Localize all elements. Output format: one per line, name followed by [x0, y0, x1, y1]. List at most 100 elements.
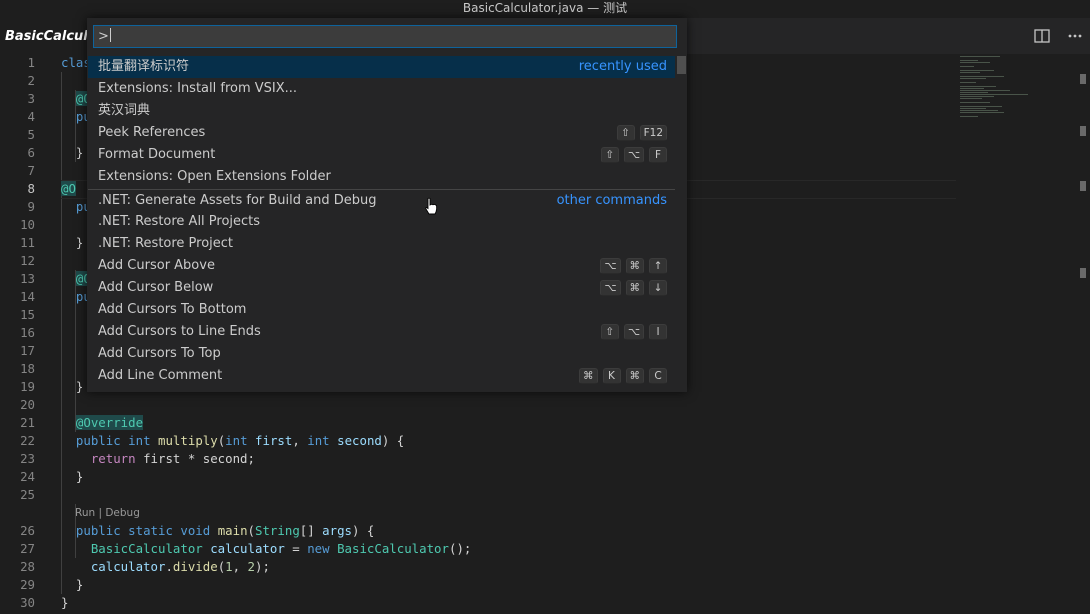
- keybinding-key: ⌘: [625, 280, 644, 296]
- code-line[interactable]: 29 }: [0, 576, 950, 594]
- code-token: public: [75, 433, 121, 448]
- line-number: 1: [27, 55, 35, 70]
- keybinding-key: I: [649, 324, 667, 340]
- command-item[interactable]: .NET: Generate Assets for Build and Debu…: [88, 189, 675, 212]
- keybinding: ⌥ ⌘ ↑: [600, 258, 667, 274]
- editor-scrollbar[interactable]: [1076, 54, 1090, 614]
- command-label: .NET: Restore All Projects: [98, 214, 261, 229]
- keybinding: ⌥ ⌘ ↓: [600, 280, 667, 296]
- minimap-line: [960, 70, 994, 71]
- command-item[interactable]: .NET: Restore Project: [88, 233, 675, 255]
- code-token: }: [61, 145, 84, 160]
- command-item[interactable]: Add Cursor Below ⌥ ⌘ ↓: [88, 277, 675, 299]
- code-line[interactable]: 30}: [0, 594, 950, 612]
- line-number: 15: [20, 307, 35, 322]
- minimap-line: [960, 92, 988, 93]
- code-line[interactable]: 22 public int multiply(int first, int se…: [0, 432, 950, 450]
- editor-tab[interactable]: BasicCalculator.java: [0, 18, 93, 54]
- palette-scrollbar[interactable]: [677, 56, 686, 74]
- line-number: 20: [20, 397, 35, 412]
- codelens-run-debug[interactable]: Run | Debug: [75, 504, 140, 522]
- line-number: 17: [20, 343, 35, 358]
- command-item[interactable]: Add Cursors To Bottom: [88, 299, 675, 321]
- window-title: BasicCalculator.java — 测试: [0, 0, 1090, 18]
- command-item[interactable]: .NET: Restore All Projects: [88, 211, 675, 233]
- code-line[interactable]: 24 }: [0, 468, 950, 486]
- scrollbar-marker: [1080, 74, 1086, 84]
- command-item[interactable]: Add Cursor Above ⌥ ⌘ ↑: [88, 255, 675, 277]
- command-label: 英汉词典: [98, 103, 151, 118]
- code-token: ) {: [381, 433, 405, 448]
- more-actions-icon[interactable]: [1066, 27, 1084, 45]
- keybinding-key: K: [602, 368, 621, 384]
- command-label: Add Line Comment: [98, 368, 223, 383]
- code-token: }: [61, 469, 84, 484]
- code-token: ) {: [352, 523, 375, 538]
- code-token: =: [284, 541, 308, 556]
- code-text: @O: [61, 180, 76, 198]
- code-text: BasicCalculator calculator = new BasicCa…: [61, 540, 472, 558]
- code-token: static: [128, 523, 173, 538]
- command-item[interactable]: Extensions: Install from VSIX...: [88, 78, 675, 100]
- minimap-line: [960, 78, 986, 79]
- command-label: Add Cursors to Line Ends: [98, 324, 261, 339]
- command-palette-input[interactable]: >: [93, 25, 677, 48]
- line-number: 24: [20, 469, 35, 484]
- command-item[interactable]: Peek References ⇧ F12: [88, 122, 675, 144]
- scrollbar-marker: [1080, 126, 1086, 136]
- code-text: }: [61, 144, 83, 162]
- command-label: Format Document: [98, 147, 216, 162]
- code-token: main: [217, 523, 248, 538]
- keybinding-key: ⇧: [616, 125, 635, 141]
- minimap[interactable]: [956, 54, 1076, 614]
- code-line[interactable]: 25: [0, 486, 950, 504]
- minimap-line: [960, 90, 1010, 91]
- command-item[interactable]: Add Line Comment ⌘ K ⌘ C: [88, 365, 675, 387]
- code-line[interactable]: 21 @Override: [0, 414, 950, 432]
- code-line[interactable]: 26 public static void main(String[] args…: [0, 522, 950, 540]
- split-editor-icon[interactable]: [1033, 27, 1051, 45]
- minimap-line: [960, 60, 978, 61]
- command-palette[interactable]: > 批量翻译标识符 recently used Extensions: Instal…: [87, 18, 687, 392]
- keybinding: ⇧ ⌥ F: [600, 147, 667, 163]
- minimap-line: [960, 86, 996, 87]
- code-token: new: [307, 541, 330, 556]
- line-number: 28: [20, 559, 35, 574]
- command-item[interactable]: 英汉词典: [88, 100, 675, 122]
- code-token: calculator: [210, 541, 285, 556]
- keybinding-key: ↑: [649, 258, 667, 274]
- minimap-line: [960, 62, 990, 63]
- keybinding-key: C: [649, 368, 667, 384]
- command-label: Extensions: Open Extensions Folder: [98, 169, 331, 184]
- keybinding-key: ⌥: [600, 280, 621, 296]
- command-item[interactable]: Add Cursors To Top: [88, 343, 675, 365]
- command-group-tag: other commands: [556, 193, 667, 208]
- keybinding: ⇧ F12: [616, 125, 667, 141]
- minimap-line: [960, 88, 984, 89]
- minimap-line: [960, 98, 982, 99]
- command-group-tag: recently used: [578, 59, 667, 74]
- code-line[interactable]: 27 BasicCalculator calculator = new Basi…: [0, 540, 950, 558]
- code-token: int: [307, 433, 330, 448]
- minimap-line: [960, 66, 974, 67]
- code-token: first: [255, 433, 293, 448]
- code-token: @Override: [75, 415, 144, 430]
- code-text: public static void main(String[] args) {: [61, 522, 374, 540]
- command-item[interactable]: Format Document ⇧ ⌥ F: [88, 144, 675, 166]
- code-token: );: [255, 559, 270, 574]
- line-number: 2: [27, 73, 35, 88]
- command-item[interactable]: Extensions: Open Extensions Folder: [88, 166, 675, 188]
- line-number: 13: [20, 271, 35, 286]
- command-label: Peek References: [98, 125, 206, 140]
- command-item[interactable]: 批量翻译标识符 recently used: [88, 56, 675, 78]
- code-line[interactable]: 28 calculator.divide(1, 2);: [0, 558, 950, 576]
- code-line[interactable]: 20: [0, 396, 950, 414]
- code-line[interactable]: 23 return first * second;: [0, 450, 950, 468]
- command-item[interactable]: Add Cursors to Line Ends ⇧ ⌥ I: [88, 321, 675, 343]
